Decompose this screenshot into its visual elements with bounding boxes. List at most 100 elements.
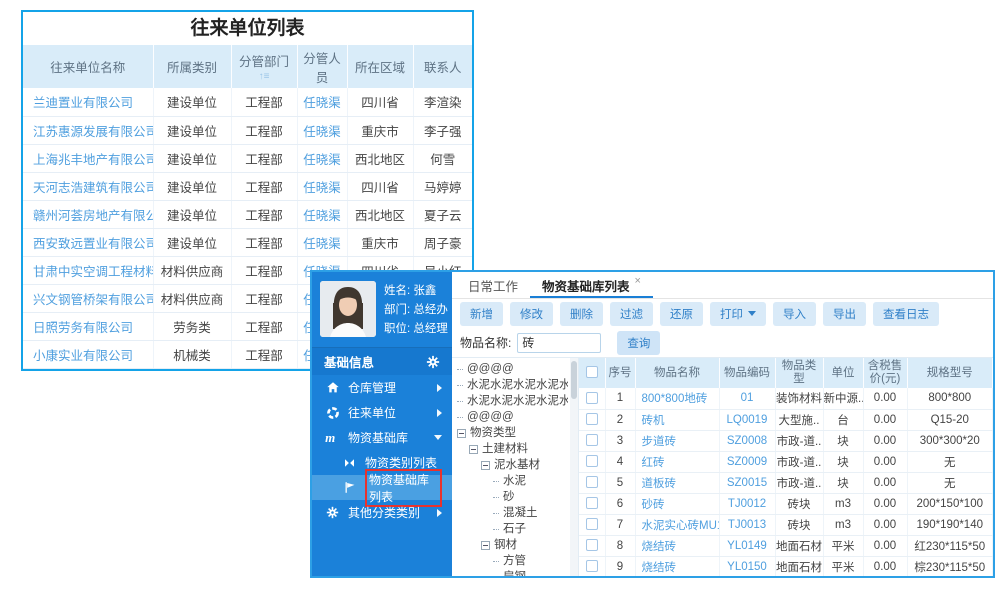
table-row[interactable]: 7水泥实心砖MU10TJ0013砖块m30.00190*190*140	[579, 514, 993, 536]
item-name-link[interactable]: 烧结砖	[635, 535, 720, 557]
company-name-link[interactable]: 甘肃中实空调工程材料...	[23, 256, 154, 285]
company-name-link[interactable]: 兰迪置业有限公司	[23, 88, 154, 117]
row-checkbox[interactable]	[585, 413, 598, 426]
row-checkbox[interactable]	[585, 476, 598, 489]
item-name-input[interactable]	[517, 332, 602, 353]
column-header[interactable]: 联系人	[413, 45, 472, 88]
table-row[interactable]: 天河志浩建筑有限公司 建设单位 工程部 任晓渠 四川省 马婷婷	[23, 172, 472, 201]
import-button[interactable]: 导入	[773, 301, 816, 326]
collapse-icon[interactable]	[469, 444, 478, 454]
row-checkbox[interactable]	[585, 497, 598, 510]
delete-button[interactable]: 删除	[560, 301, 603, 326]
item-name-link[interactable]: 砂砖	[635, 493, 720, 515]
company-name-link[interactable]: 上海兆丰地产有限公司	[23, 144, 154, 173]
tree-node[interactable]: 扁钢	[452, 569, 568, 576]
person-link[interactable]: 任晓渠	[297, 144, 348, 173]
tree-node[interactable]: 水泥水泥水泥水泥水泥水泥水泥	[452, 393, 568, 409]
tree-node[interactable]: 泥水基材	[452, 457, 568, 473]
table-row[interactable]: 西安致远置业有限公司 建设单位 工程部 任晓渠 重庆市 周子豪	[23, 228, 472, 257]
sort-icon[interactable]: ↑≡	[234, 72, 295, 82]
table-row[interactable]: 9 烧结砖 YL0150 地面石材 平米 0.00 棕230*115*50	[579, 556, 993, 576]
company-name-link[interactable]: 西安致远置业有限公司	[23, 228, 154, 257]
row-checkbox[interactable]	[585, 392, 598, 405]
tree-node[interactable]: 石子	[452, 521, 568, 537]
item-code-link[interactable]: SZ0008	[719, 430, 776, 452]
company-name-link[interactable]: 日照劳务有限公司	[23, 312, 154, 341]
item-code-link[interactable]: YL0150	[719, 556, 776, 576]
sidebar-item-warehouse[interactable]: 仓库管理	[312, 375, 452, 400]
table-row[interactable]: 3 步道砖 SZ0008 市政-道.. 块 0.00 300*300*20	[579, 430, 993, 452]
table-row[interactable]: 5 道板砖 SZ0015 市政-道.. 块 0.00 无	[579, 472, 993, 494]
company-name-link[interactable]: 江苏惠源发展有限公司	[23, 116, 154, 145]
table-row[interactable]: 4 红砖 SZ0009 市政-道.. 块 0.00 无	[579, 451, 993, 473]
table-row[interactable]: 江苏惠源发展有限公司 建设单位 工程部 任晓渠 重庆市 李子强	[23, 116, 472, 145]
column-header[interactable]: 所属类别	[153, 45, 232, 88]
restore-button[interactable]: 还原	[660, 301, 703, 326]
person-link[interactable]: 任晓渠	[297, 88, 348, 117]
item-name-link[interactable]: 800*800地砖	[635, 388, 720, 410]
tab-materials-list[interactable]: 物资基础库列表 ×	[530, 272, 653, 298]
item-code-link[interactable]: SZ0009	[719, 451, 776, 473]
tree-node[interactable]: 水泥	[452, 473, 568, 489]
collapse-icon[interactable]	[457, 428, 466, 438]
tree-node[interactable]: 钢材	[452, 537, 568, 553]
item-code-link[interactable]: TJ0013	[719, 514, 776, 536]
tab-daily-work[interactable]: 日常工作	[456, 272, 530, 298]
column-header[interactable]: 往来单位名称	[23, 45, 154, 88]
sidebar-item-contacts[interactable]: 往来单位	[312, 400, 452, 425]
item-name-link[interactable]: 水泥实心砖MU10	[635, 514, 720, 536]
gear-icon[interactable]	[426, 355, 440, 369]
row-checkbox[interactable]	[585, 560, 598, 573]
collapse-icon[interactable]	[481, 460, 490, 470]
column-header[interactable]: 分管人员	[297, 45, 348, 88]
sidebar-item-materials-base-list[interactable]: 物资基础库列表	[312, 468, 452, 507]
item-code-link[interactable]: LQ0019	[719, 409, 776, 431]
item-code-link[interactable]: YL0149	[719, 535, 776, 557]
tree-scrollbar-thumb[interactable]	[571, 361, 577, 399]
tree-node[interactable]: @@@@	[452, 409, 568, 425]
tree-node[interactable]: @@@@	[452, 361, 568, 377]
edit-button[interactable]: 修改	[510, 301, 553, 326]
collapse-icon[interactable]	[481, 540, 490, 550]
select-all-checkbox[interactable]	[585, 366, 598, 379]
item-name-link[interactable]: 砖机	[635, 409, 720, 431]
item-code-link[interactable]: 01	[719, 388, 776, 410]
company-name-link[interactable]: 赣州河荟房地产有限公司	[23, 200, 154, 229]
person-link[interactable]: 任晓渠	[297, 172, 348, 201]
company-name-link[interactable]: 兴文钢管桥架有限公司	[23, 284, 154, 313]
column-header[interactable]: 分管部门 ↑≡	[231, 45, 298, 88]
row-checkbox[interactable]	[585, 518, 598, 531]
table-row[interactable]: 6 砂砖 TJ0012 砖块 m3 0.00 200*150*100	[579, 493, 993, 515]
item-code-link[interactable]: SZ0015	[719, 472, 776, 494]
item-name-link[interactable]: 道板砖	[635, 472, 720, 494]
company-name-link[interactable]: 天河志浩建筑有限公司	[23, 172, 154, 201]
export-button[interactable]: 导出	[823, 301, 866, 326]
add-button[interactable]: 新增	[460, 301, 503, 326]
tree-node[interactable]: 土建材料	[452, 441, 568, 457]
column-header[interactable]: 所在区域	[347, 45, 414, 88]
tree-node[interactable]: 物资类型	[452, 425, 568, 441]
tree-node[interactable]: 水泥水泥水泥水泥水泥水泥水泥	[452, 377, 568, 393]
tree-scrollbar[interactable]	[570, 358, 578, 576]
row-checkbox[interactable]	[585, 455, 598, 468]
close-icon[interactable]: ×	[635, 275, 641, 287]
filter-button[interactable]: 过滤	[610, 301, 653, 326]
table-row[interactable]: 赣州河荟房地产有限公司建设单位工程部任晓渠西北地区夏子云	[23, 200, 472, 229]
sidebar-item-materials-base[interactable]: m 物资基础库	[312, 425, 452, 450]
person-link[interactable]: 任晓渠	[297, 200, 348, 229]
row-checkbox[interactable]	[585, 539, 598, 552]
company-name-link[interactable]: 小康实业有限公司	[23, 340, 154, 369]
sidebar-section-basic-info[interactable]: 基础信息	[312, 348, 452, 375]
table-row[interactable]: 2 砖机 LQ0019 大型施.. 台 0.00 Q15-20	[579, 409, 993, 431]
view-log-button[interactable]: 查看日志	[873, 301, 939, 326]
query-button[interactable]: 查询	[617, 330, 661, 355]
item-name-link[interactable]: 红砖	[635, 451, 720, 473]
person-link[interactable]: 任晓渠	[297, 116, 348, 145]
table-row[interactable]: 兰迪置业有限公司 建设单位 工程部 任晓渠 四川省 李渲染	[23, 88, 472, 117]
tree-node[interactable]: 砂	[452, 489, 568, 505]
tree-node[interactable]: 方管	[452, 553, 568, 569]
print-button[interactable]: 打印	[710, 301, 766, 326]
table-row[interactable]: 上海兆丰地产有限公司 建设单位 工程部 任晓渠 西北地区 何雪	[23, 144, 472, 173]
item-code-link[interactable]: TJ0012	[719, 493, 776, 515]
item-name-link[interactable]: 步道砖	[635, 430, 720, 452]
